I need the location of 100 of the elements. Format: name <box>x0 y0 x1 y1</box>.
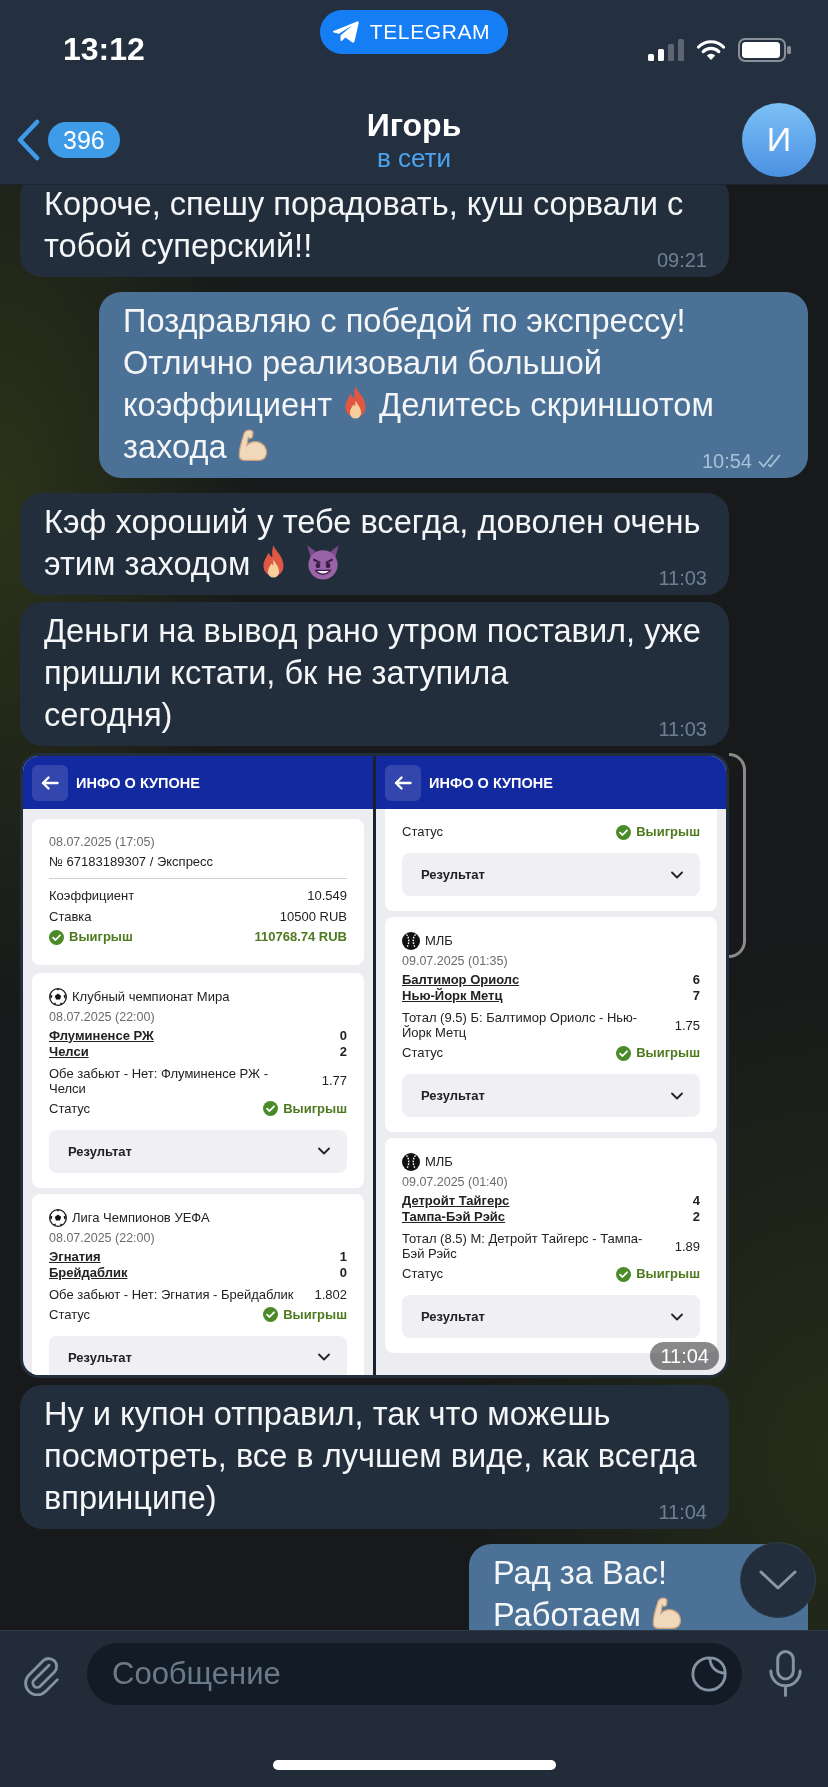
message-text: захода <box>123 427 227 467</box>
baseball-icon <box>402 932 420 950</box>
message-text: Отлично реализовали большой <box>123 343 602 383</box>
status-label: Статус <box>49 1099 91 1118</box>
message-text: Деньги на вывод рано утром поставил, уже <box>44 611 701 651</box>
media-bubble[interactable] <box>20 753 729 1378</box>
bet-description: Обе забьют - Нет: Эгнатия - Брейдаблик <box>49 1286 295 1302</box>
team-name: Нью-Йорк Метц <box>402 988 503 1004</box>
team-name: Детройт Тайгерс <box>402 1193 510 1209</box>
team-name: Флуминенсе РЖ <box>49 1027 154 1044</box>
league-name: Лига Чемпионов УЕФА <box>72 1208 210 1227</box>
bet-odds: 1.77 <box>320 1073 347 1088</box>
team-score: 2 <box>339 1043 347 1060</box>
bet-description: Тотал (9.5) Б: Балтимор Ориолс - Нью-Йорк Метц <box>402 1010 639 1040</box>
arrow-left-icon <box>41 775 59 790</box>
bet-description: Тотал (8.5) М: Детройт Тайгерс - Тампа-Бэй Рэйс <box>402 1231 644 1261</box>
summary-label: Коэффициент <box>49 887 135 905</box>
sticker-button[interactable] <box>689 1655 729 1693</box>
check-circle-icon <box>616 1045 632 1061</box>
team-score: 0 <box>339 1027 347 1044</box>
chevron-down-icon <box>318 1353 330 1361</box>
message-text: Кэф хороший у тебе всегда, доволен очень <box>44 502 701 542</box>
message-time: 11:03 <box>658 717 707 741</box>
league-name: МЛБ <box>425 1153 453 1171</box>
message-text: коэффициент <box>123 385 333 425</box>
summary-value: 10.549 <box>307 887 347 905</box>
message-text: Короче, спешу порадовать, куш сорвали с <box>44 185 684 224</box>
status-label: Статус <box>402 823 444 841</box>
message-text: впринципе) <box>44 1478 217 1518</box>
avatar[interactable]: И <box>742 102 816 177</box>
chevron-down-icon <box>671 1312 683 1321</box>
bet-odds: 1.89 <box>673 1238 700 1254</box>
status-label: Статус <box>49 1305 91 1324</box>
status-time: 13:12 <box>63 31 145 67</box>
team-score: 7 <box>692 988 700 1004</box>
message-text: пришли кстати, бк не затупила <box>44 653 509 693</box>
status-value: Выигрыш <box>636 823 700 841</box>
wifi-icon <box>696 39 726 61</box>
match-date: 09.07.2025 (01:35) <box>402 953 509 970</box>
team-score: 1 <box>339 1248 347 1265</box>
message-text: Рад за Вас! <box>492 1553 668 1593</box>
message-time: 11:03 <box>658 566 707 590</box>
battery-icon <box>738 38 792 62</box>
message-input[interactable]: Сообщение <box>87 1643 742 1705</box>
summary-label: Ставка <box>49 907 92 926</box>
result-button: Результат <box>49 1335 347 1375</box>
team-name: Тампа-Бэй Рэйс <box>402 1209 506 1225</box>
unread-count-badge: 396 <box>48 121 120 158</box>
status-value: Выигрыш <box>636 1044 700 1062</box>
flexed-arm-icon <box>650 1596 684 1630</box>
back-button[interactable]: 396 <box>15 118 120 161</box>
match-date: 09.07.2025 (01:40) <box>402 1174 509 1191</box>
message-text: посмотреть, все в лучшем виде, как всегда <box>44 1436 697 1476</box>
match-date: 08.07.2025 (22:00) <box>49 1008 156 1026</box>
chevron-down-icon <box>758 1569 798 1591</box>
coupon-date: 08.07.2025 (17:05) <box>49 834 156 851</box>
paper-plane-icon <box>331 20 360 44</box>
chevron-down-icon <box>671 870 683 879</box>
chevron-left-icon <box>15 118 41 161</box>
chat-title: Игорь <box>366 106 462 143</box>
message-text: сегодня) <box>44 695 173 735</box>
message-time: 10:54 <box>701 449 752 473</box>
baseball-icon <box>402 1153 420 1171</box>
check-circle-icon <box>616 1266 632 1282</box>
message-text: Поздравляю с победой по экспрессу! <box>123 301 686 341</box>
bet-odds: 1.802 <box>313 1286 347 1302</box>
message-time: 11:04 <box>658 1500 707 1524</box>
online-status: в сети <box>376 142 452 173</box>
team-score: 4 <box>692 1193 700 1209</box>
message-text: Делитесь скриншотом <box>379 385 714 425</box>
message-text: этим заходом <box>44 544 251 584</box>
league-name: Клубный чемпионат Мира <box>72 987 230 1006</box>
arrow-left-icon <box>394 775 412 790</box>
status-value: Выигрыш <box>283 1305 347 1324</box>
coupon-title: ИНФО О КУПОНЕ <box>76 774 200 791</box>
coupon-number: № 67183189307 / Экспресс <box>49 853 215 871</box>
message-text: тобой суперский!! <box>44 226 313 266</box>
result-button: Результат <box>402 853 700 896</box>
status-label: Статус <box>402 1044 444 1062</box>
chevron-down-icon <box>318 1147 330 1155</box>
soccer-ball-icon <box>49 1208 67 1227</box>
devil-face-icon <box>305 544 342 580</box>
team-name: Эгнатия <box>49 1248 101 1265</box>
result-button: Результат <box>402 1074 700 1117</box>
signal-icon <box>648 39 684 61</box>
microphone-button[interactable] <box>766 1649 805 1699</box>
status-value: Выигрыш <box>636 1265 700 1283</box>
return-to-app-button[interactable]: TELEGRAM <box>319 10 509 54</box>
coupon-title: ИНФО О КУПОНЕ <box>429 774 553 791</box>
match-date: 08.07.2025 (22:00) <box>49 1229 156 1247</box>
check-circle-icon <box>616 824 632 840</box>
result-button: Результат <box>402 1295 700 1338</box>
team-score: 2 <box>692 1209 700 1225</box>
status-value: Выигрыш <box>283 1099 347 1118</box>
microphone-icon <box>766 1649 805 1699</box>
win-label: Выигрыш <box>69 928 133 946</box>
bet-odds: 1.75 <box>673 1017 700 1033</box>
team-name: Челси <box>49 1043 89 1060</box>
check-circle-icon <box>49 929 64 945</box>
team-name: Балтимор Ориолс <box>402 972 520 988</box>
